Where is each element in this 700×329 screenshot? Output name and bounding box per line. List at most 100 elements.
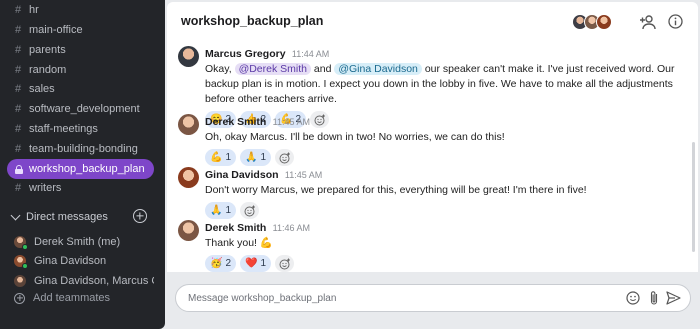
sidebar: # hr # main-office # parents # random # …: [0, 0, 165, 329]
message-author[interactable]: Marcus Gregory: [205, 48, 286, 60]
online-status-icon: [22, 244, 28, 250]
message-author[interactable]: Derek Smith: [205, 116, 266, 128]
reaction-chip[interactable]: 🙏 1: [240, 149, 272, 166]
reaction-count: 2: [225, 258, 232, 269]
channel-header: workshop_backup_plan: [167, 2, 698, 40]
channel-writers[interactable]: # writers: [7, 178, 154, 198]
channel-view: workshop_backup_plan Marcus Gregory 11:4…: [167, 2, 698, 329]
channel-software-development[interactable]: # software_development: [7, 99, 154, 119]
mention-gina-davidson[interactable]: @Gina Davidson: [334, 63, 422, 75]
channel-random[interactable]: # random: [7, 60, 154, 80]
add-teammates-button[interactable]: Add teammates: [14, 292, 110, 304]
emoji-icon[interactable]: [626, 291, 640, 305]
emoji: 🥳: [210, 258, 223, 269]
reaction-chip[interactable]: ❤️ 1: [240, 255, 272, 272]
message-input[interactable]: [188, 290, 608, 306]
channel-label: staff-meetings: [29, 123, 98, 135]
channel-label: sales: [29, 83, 55, 95]
channel-team-building-bonding[interactable]: # team-building-bonding: [7, 139, 154, 159]
add-member-icon[interactable]: [639, 14, 656, 30]
info-icon[interactable]: [668, 14, 683, 29]
add-teammates-label: Add teammates: [33, 292, 111, 304]
message-text: Thank you! 💪: [205, 237, 273, 249]
emoji: 💪: [210, 152, 223, 163]
emoji: ❤️: [245, 258, 258, 269]
avatar: [178, 46, 199, 67]
add-reaction-icon: [279, 152, 290, 163]
message-text: Oh, okay Marcus. I'll be down in two! No…: [205, 131, 505, 143]
message-author[interactable]: Gina Davidson: [205, 169, 279, 181]
channel-label: software_development: [29, 103, 140, 115]
member-avatars[interactable]: [572, 14, 612, 30]
plus-circle-icon: [14, 292, 25, 304]
channel-label: workshop_backup_plan: [29, 163, 145, 175]
channel-workshop-backup-plan[interactable]: workshop_backup_plan: [7, 159, 154, 179]
message-time: 11:46 AM: [272, 223, 310, 233]
chevron-down-icon: [10, 210, 21, 221]
message-text: Okay, @Derek Smith and @Gina Davidson ou…: [205, 62, 688, 107]
channel-label: hr: [29, 4, 39, 16]
dm-label: Gina Davidson: [34, 255, 107, 267]
mention-derek-smith[interactable]: @Derek Smith: [234, 63, 311, 75]
avatar: [14, 255, 28, 269]
message-author[interactable]: Derek Smith: [205, 222, 266, 234]
channel-hr[interactable]: # hr: [7, 0, 154, 20]
channel-main-office[interactable]: # main-office: [7, 20, 154, 40]
avatar: [178, 220, 199, 241]
message-text: Don't worry Marcus, we prepared for this…: [205, 184, 587, 196]
online-status-icon: [22, 263, 28, 269]
dm-label: Gina Davidson, Marcus G...: [34, 275, 154, 287]
send-icon[interactable]: [666, 291, 681, 305]
reactions: 🙏 1: [205, 202, 688, 219]
hash-icon: #: [15, 24, 22, 36]
dm-derek-smith[interactable]: Derek Smith (me): [14, 233, 154, 251]
reaction-chip[interactable]: 🙏 1: [205, 202, 237, 219]
channel-label: writers: [29, 182, 62, 194]
emoji: 🙏: [245, 152, 258, 163]
add-reaction-icon: [279, 258, 290, 269]
reaction-count: 1: [260, 152, 267, 163]
avatar: [178, 114, 199, 135]
reaction-count: 1: [225, 205, 232, 216]
add-reaction-button[interactable]: [275, 255, 295, 272]
channel-parents[interactable]: # parents: [7, 40, 154, 60]
hash-icon: #: [15, 182, 22, 194]
hash-icon: #: [15, 4, 22, 16]
direct-messages-title: Direct messages: [26, 211, 108, 223]
channel-label: random: [29, 64, 67, 76]
hash-icon: #: [15, 103, 22, 115]
reaction-chip[interactable]: 🥳 2: [205, 255, 237, 272]
avatar: [178, 167, 199, 188]
channel-label: team-building-bonding: [29, 143, 138, 155]
add-direct-message-icon[interactable]: [133, 209, 147, 223]
dm-label: Derek Smith (me): [34, 236, 121, 248]
channel-staff-meetings[interactable]: # staff-meetings: [7, 119, 154, 139]
message-time: 11:44 AM: [291, 49, 330, 59]
avatar: [14, 275, 26, 287]
scrollbar[interactable]: [692, 142, 695, 252]
reactions: 🥳 2 ❤️ 1: [205, 255, 688, 272]
reaction-count: 1: [225, 152, 232, 163]
text-segment: and: [313, 63, 335, 75]
add-reaction-button[interactable]: [275, 149, 295, 166]
text-segment: Okay,: [205, 63, 235, 75]
direct-messages-toggle[interactable]: Direct messages: [10, 208, 150, 226]
hash-icon: #: [15, 123, 22, 135]
app-window: # hr # main-office # parents # random # …: [0, 0, 700, 329]
reaction-count: 1: [260, 258, 267, 269]
channel-title: workshop_backup_plan: [181, 14, 324, 28]
message-composer: [175, 284, 691, 312]
avatar: [14, 236, 28, 250]
attach-icon[interactable]: [649, 290, 659, 306]
message-time: 11:45 AM: [272, 117, 310, 127]
dm-gina-davidson[interactable]: Gina Davidson: [14, 252, 154, 270]
reaction-chip[interactable]: 💪 1: [205, 149, 237, 166]
emoji: 🙏: [210, 205, 223, 216]
hash-icon: #: [15, 64, 22, 76]
add-reaction-button[interactable]: [240, 202, 260, 219]
channel-sales[interactable]: # sales: [7, 79, 154, 99]
reactions: 💪 1 🙏 1: [205, 149, 688, 166]
hash-icon: #: [15, 44, 22, 56]
dm-group-gina-marcus[interactable]: Gina Davidson, Marcus G...: [14, 272, 154, 290]
message-time: 11:45 AM: [284, 170, 323, 180]
